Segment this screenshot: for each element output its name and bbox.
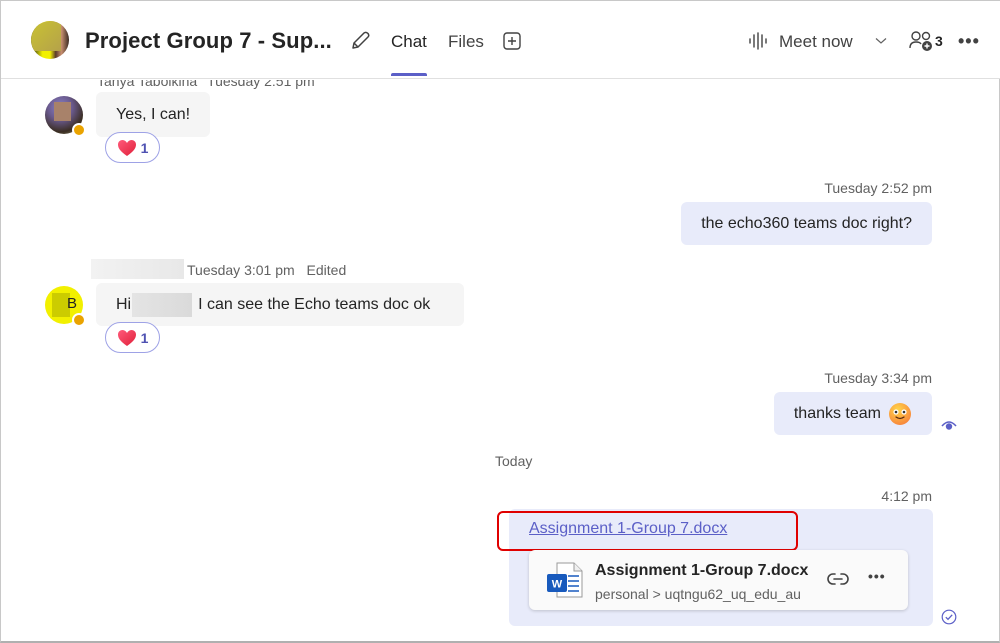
message-text-prefix: Hi bbox=[116, 295, 132, 313]
people-add-icon[interactable] bbox=[909, 30, 935, 52]
redacted-sender-name bbox=[91, 259, 184, 279]
group-avatar[interactable] bbox=[31, 21, 69, 59]
message-time: Tuesday 2:51 pm bbox=[207, 80, 315, 89]
message-time: Tuesday 3:34 pm bbox=[824, 370, 932, 386]
sender-name: Tanya Taboikina bbox=[97, 80, 198, 89]
heart-reaction-button[interactable]: 1 bbox=[105, 132, 160, 163]
file-path: personal > uqtngu62_uq_edu_au bbox=[595, 586, 801, 602]
avatar-redaction bbox=[54, 102, 71, 121]
message-bubble[interactable]: the echo360 teams doc right? bbox=[681, 202, 932, 245]
heart-icon bbox=[117, 139, 136, 156]
reaction-count: 1 bbox=[140, 139, 149, 156]
message-bubble[interactable]: Hi I can see the Echo teams doc ok bbox=[96, 283, 464, 326]
tab-chat[interactable]: Chat bbox=[391, 32, 427, 52]
message-text: thanks team bbox=[793, 404, 881, 422]
highlight-annotation bbox=[497, 511, 798, 551]
message-time: 4:12 pm bbox=[881, 488, 932, 504]
message-meta: Tuesday 3:01 pm Edited bbox=[187, 262, 346, 278]
away-status-icon bbox=[72, 313, 86, 327]
participants-count[interactable]: 3 bbox=[935, 33, 943, 49]
audio-wave-icon[interactable] bbox=[748, 32, 768, 50]
svg-text:W: W bbox=[552, 579, 563, 591]
message-time: Tuesday 2:52 pm bbox=[824, 180, 932, 196]
message-text-suffix: I can see the Echo teams doc ok bbox=[198, 295, 431, 313]
avatar-initial: B bbox=[67, 295, 78, 312]
smiling-face-emoji-icon bbox=[889, 402, 911, 425]
ellipsis-icon[interactable]: ••• bbox=[958, 31, 980, 52]
reaction-count: 1 bbox=[140, 329, 149, 346]
heart-icon bbox=[117, 329, 136, 346]
seen-eye-icon bbox=[941, 421, 957, 430]
chevron-down-icon[interactable] bbox=[875, 37, 887, 45]
word-document-icon: W bbox=[547, 562, 583, 598]
message-bubble[interactable]: thanks team bbox=[773, 392, 932, 435]
chat-title[interactable]: Project Group 7 - Sup... bbox=[85, 28, 332, 54]
redacted-name bbox=[132, 292, 193, 317]
file-more-options-icon[interactable]: ••• bbox=[868, 568, 886, 584]
heart-reaction-button[interactable]: 1 bbox=[105, 322, 160, 353]
active-tab-indicator bbox=[391, 73, 427, 76]
plus-square-icon[interactable] bbox=[503, 32, 521, 50]
message-bubble[interactable]: Yes, I can! bbox=[96, 92, 211, 137]
day-divider: Today bbox=[495, 453, 533, 469]
meet-now-button[interactable]: Meet now bbox=[779, 32, 853, 52]
message-meta: Tanya Taboikina Tuesday 2:51 pm bbox=[97, 80, 315, 89]
message-list: Tanya Taboikina Tuesday 2:51 pm Yes, I c… bbox=[1, 80, 1000, 642]
link-icon[interactable] bbox=[827, 572, 849, 586]
file-name: Assignment 1-Group 7.docx bbox=[595, 562, 809, 579]
file-card[interactable]: W Assignment 1-Group 7.docx personal > u… bbox=[529, 550, 908, 610]
tab-files[interactable]: Files bbox=[448, 32, 484, 52]
edited-label: Edited bbox=[306, 262, 347, 278]
away-status-icon bbox=[72, 123, 86, 137]
message-time: Tuesday 3:01 pm bbox=[187, 262, 295, 278]
chat-header: Project Group 7 - Sup... Chat Files Meet… bbox=[1, 1, 1000, 79]
teams-chat-window: Project Group 7 - Sup... Chat Files Meet… bbox=[0, 0, 1000, 643]
message-text: the echo360 teams doc right? bbox=[701, 214, 912, 232]
pencil-icon[interactable] bbox=[349, 30, 371, 52]
sent-check-icon bbox=[941, 609, 957, 625]
avatar[interactable]: B bbox=[45, 286, 86, 327]
message-text: Yes, I can! bbox=[116, 105, 191, 123]
avatar[interactable] bbox=[45, 96, 86, 137]
